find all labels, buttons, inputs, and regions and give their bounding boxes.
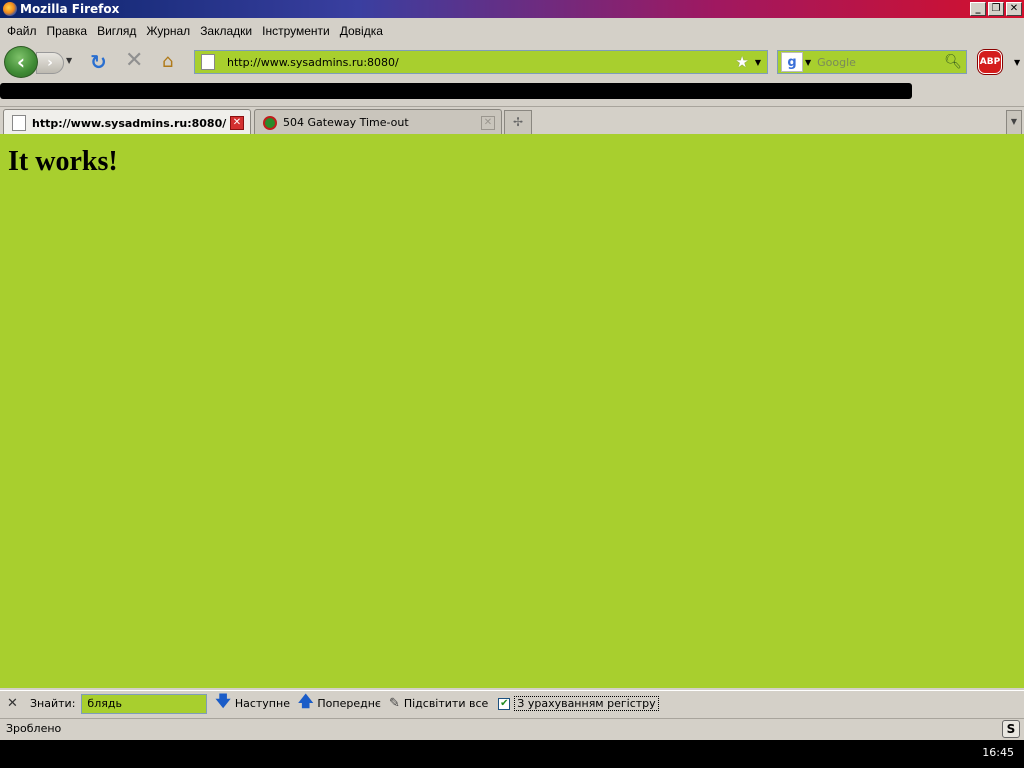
search-bar[interactable]: g ▼ Google 🔍︎ bbox=[777, 50, 967, 74]
find-input[interactable] bbox=[81, 693, 208, 714]
tab-strip: http://www.sysadmins.ru:8080/ ✕ 504 Gate… bbox=[0, 106, 1024, 136]
menu-edit[interactable]: Правка bbox=[42, 24, 93, 38]
find-bar: ✕ Знайти: 🡇 Наступне 🡅 Попереднє ✎ Підсв… bbox=[0, 690, 1024, 716]
adblock-button[interactable]: ABP bbox=[978, 50, 1002, 74]
forward-button[interactable]: › bbox=[36, 52, 64, 74]
url-bar[interactable]: http://www.sysadmins.ru:8080/ ★ ▼ bbox=[194, 50, 768, 74]
firefox-icon bbox=[3, 2, 17, 16]
reload-icon[interactable]: ↻ bbox=[90, 52, 110, 72]
tab-sysadmins[interactable]: http://www.sysadmins.ru:8080/ ✕ bbox=[3, 109, 251, 136]
menu-help[interactable]: Довідка bbox=[335, 24, 388, 38]
menu-file[interactable]: Файл bbox=[2, 24, 42, 38]
find-next-button[interactable]: 🡇 Наступне bbox=[215, 691, 290, 716]
close-window-button[interactable]: ✕ bbox=[1006, 2, 1022, 16]
redacted-region bbox=[0, 83, 912, 99]
back-button[interactable]: ‹ bbox=[4, 46, 38, 78]
addon-s-icon[interactable]: S bbox=[1002, 719, 1020, 738]
taskbar-clock: 16:45 bbox=[982, 746, 1014, 759]
search-input[interactable]: Google bbox=[811, 56, 944, 69]
find-previous-button[interactable]: 🡅 Попереднє bbox=[298, 691, 381, 716]
highlighter-icon: ✎ bbox=[388, 696, 400, 711]
highlight-all-label: Підсвітити все bbox=[403, 697, 489, 710]
close-findbar-icon[interactable]: ✕ bbox=[7, 696, 19, 711]
close-tab-icon[interactable]: ✕ bbox=[481, 115, 495, 130]
match-case-label: З урахуванням регістру bbox=[514, 696, 659, 711]
window-titlebar: Mozilla Firefox _ ❐ ✕ bbox=[0, 0, 1024, 18]
close-tab-icon[interactable]: ✕ bbox=[230, 116, 244, 130]
search-icon[interactable]: 🔍︎ bbox=[944, 54, 962, 70]
restore-button[interactable]: ❐ bbox=[988, 2, 1004, 16]
status-bar: Зроблено S bbox=[0, 718, 1024, 738]
site-favicon-icon bbox=[263, 115, 277, 130]
tab-title: http://www.sysadmins.ru:8080/ bbox=[32, 116, 227, 130]
window-controls: _ ❐ ✕ bbox=[970, 2, 1022, 16]
url-dropdown-icon[interactable]: ▼ bbox=[755, 58, 761, 67]
find-next-label: Наступне bbox=[234, 697, 290, 710]
stop-icon[interactable]: ✕ bbox=[125, 50, 145, 72]
history-dropdown-icon[interactable]: ▼ bbox=[66, 56, 72, 65]
home-icon[interactable]: ⌂ bbox=[162, 52, 182, 72]
arrow-up-icon: 🡅 bbox=[297, 692, 314, 710]
highlight-all-button[interactable]: ✎ Підсвітити все bbox=[389, 696, 488, 711]
arrow-down-icon: 🡇 bbox=[215, 692, 231, 710]
adblock-dropdown-icon[interactable]: ▼ bbox=[1014, 58, 1020, 67]
taskbar: 16:45 bbox=[0, 740, 1024, 768]
google-engine-icon[interactable]: g bbox=[781, 52, 803, 72]
page-icon bbox=[201, 54, 215, 70]
new-tab-button[interactable]: ✢ bbox=[504, 110, 532, 134]
minimize-button[interactable]: _ bbox=[970, 2, 986, 16]
bookmarks-toolbar bbox=[0, 82, 1024, 102]
status-text: Зроблено bbox=[6, 722, 62, 735]
find-label: Знайти: bbox=[30, 697, 76, 710]
find-previous-label: Попереднє bbox=[317, 697, 381, 710]
page-content: It works! bbox=[0, 134, 1024, 688]
navigation-toolbar: › ‹ ▼ ↻ ✕ ⌂ http://www.sysadmins.ru:8080… bbox=[0, 44, 1024, 80]
all-tabs-dropdown-icon[interactable]: ▼ bbox=[1006, 110, 1022, 134]
tab-gateway-timeout[interactable]: 504 Gateway Time-out ✕ bbox=[254, 109, 502, 135]
menu-view[interactable]: Вигляд bbox=[92, 24, 141, 38]
page-heading: It works! bbox=[8, 146, 118, 177]
menu-history[interactable]: Журнал bbox=[141, 24, 195, 38]
checkmark-icon[interactable]: ✔ bbox=[498, 697, 511, 710]
menu-tools[interactable]: Інструменти bbox=[257, 24, 335, 38]
bookmark-star-icon[interactable]: ★ bbox=[735, 53, 748, 71]
match-case-checkbox[interactable]: ✔ З урахуванням регістру bbox=[498, 696, 659, 711]
tab-title: 504 Gateway Time-out bbox=[283, 116, 409, 129]
menu-bookmarks[interactable]: Закладки bbox=[195, 24, 257, 38]
url-text[interactable]: http://www.sysadmins.ru:8080/ bbox=[221, 56, 735, 69]
page-icon bbox=[12, 115, 26, 131]
menu-bar: Файл Правка Вигляд Журнал Закладки Інстр… bbox=[0, 20, 1024, 42]
window-title: Mozilla Firefox bbox=[20, 2, 120, 16]
